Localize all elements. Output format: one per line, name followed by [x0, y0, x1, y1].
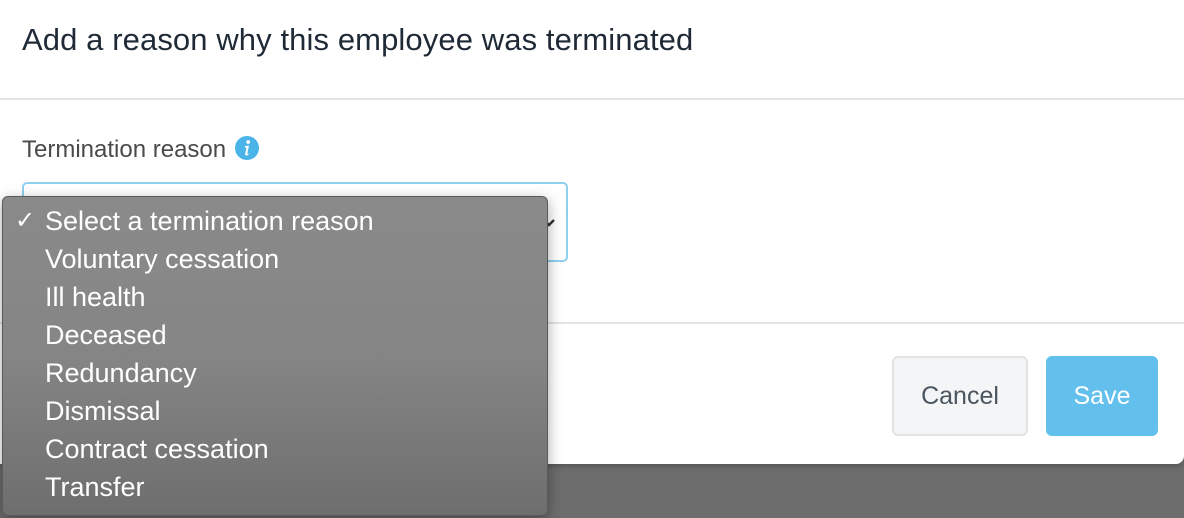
option-transfer[interactable]: Transfer: [3, 468, 547, 506]
option-select-termination-reason[interactable]: ✓ Select a termination reason: [3, 202, 547, 240]
checkmark-icon: ✓: [15, 207, 36, 234]
option-label: Select a termination reason: [45, 206, 374, 236]
termination-reason-label: Termination reason: [22, 136, 260, 164]
termination-reason-label-text: Termination reason: [22, 136, 227, 163]
option-label: Transfer: [45, 472, 145, 502]
option-label: Redundancy: [45, 358, 197, 388]
termination-reason-dropdown: ✓ Select a termination reason Voluntary …: [2, 196, 548, 516]
option-label: Ill health: [45, 282, 146, 312]
option-label: Dismissal: [45, 396, 161, 426]
option-contract-cessation[interactable]: Contract cessation: [3, 430, 547, 468]
option-ill-health[interactable]: Ill health: [3, 278, 547, 316]
option-label: Deceased: [45, 320, 167, 350]
option-voluntary-cessation[interactable]: Voluntary cessation: [3, 240, 547, 278]
option-redundancy[interactable]: Redundancy: [3, 354, 547, 392]
option-label: Contract cessation: [45, 434, 269, 464]
dialog-title: Add a reason why this employee was termi…: [22, 22, 694, 57]
option-label: Voluntary cessation: [45, 244, 280, 274]
dialog-header: Add a reason why this employee was termi…: [0, 0, 1184, 100]
cancel-button[interactable]: Cancel: [892, 356, 1028, 436]
option-deceased[interactable]: Deceased: [3, 316, 547, 354]
save-button[interactable]: Save: [1046, 356, 1158, 436]
option-dismissal[interactable]: Dismissal: [3, 392, 547, 430]
info-icon[interactable]: [234, 135, 260, 161]
